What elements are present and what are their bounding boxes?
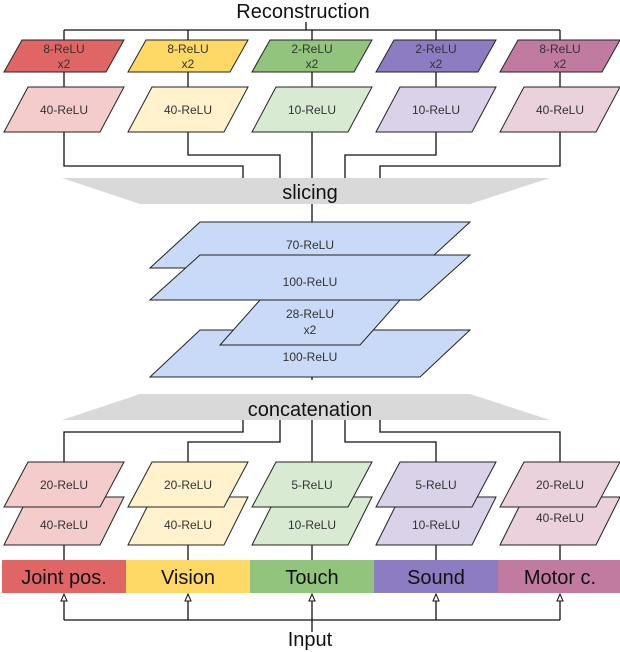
layer-label: 2-ReLU [415, 42, 456, 56]
modality-name: Sound [407, 567, 465, 589]
slicing-label: slicing [282, 182, 338, 204]
layer-label: 8-ReLU [167, 42, 208, 56]
layer-label: 40-ReLU [164, 103, 212, 117]
layer-label: x2 [58, 57, 71, 71]
layer-label: 10-ReLU [288, 518, 336, 532]
layer-label: 5-ReLU [291, 478, 332, 492]
layer-label: 5-ReLU [415, 478, 456, 492]
modality-column: 8-ReLUx2 40-ReLU 40-ReLU 20-ReLU Vision [126, 39, 250, 593]
layer-label: 40-ReLU [164, 518, 212, 532]
layer-label: x2 [306, 57, 319, 71]
layer-label: 40-ReLU [40, 103, 88, 117]
modality-name: Motor c. [524, 567, 596, 589]
shared-layer-100-top-label: 100-ReLU [283, 275, 338, 289]
modality-column: 2-ReLUx2 10-ReLU 10-ReLU 5-ReLU Sound [374, 39, 498, 593]
layer-label: 10-ReLU [288, 103, 336, 117]
layer-label: 20-ReLU [536, 478, 584, 492]
arrow-icon [432, 592, 440, 602]
arrow-icon [308, 592, 316, 602]
reconstruction-label: Reconstruction [236, 1, 369, 23]
layer-label: 40-ReLU [40, 518, 88, 532]
input-label: Input [288, 629, 333, 651]
shared-layer-70-label: 70-ReLU [286, 238, 334, 252]
modality-name: Joint pos. [21, 567, 107, 589]
modality-column: 8-ReLUx2 40-ReLU 40-ReLU 20-ReLU Motor c. [498, 39, 620, 593]
arrow-icon [556, 592, 564, 602]
layer-label: 40-ReLU [536, 511, 584, 525]
layer-label: 2-ReLU [291, 42, 332, 56]
layer-label: 10-ReLU [412, 518, 460, 532]
layer-label: 40-ReLU [536, 103, 584, 117]
shared-layer-100-bottom-label: 100-ReLU [283, 350, 338, 364]
arrow-icon [60, 592, 68, 602]
architecture-diagram: Reconstruction slicing concatenation 70-… [2, 1, 620, 651]
latent-layer-label: 28-ReLU [286, 307, 334, 321]
layer-label: 8-ReLU [539, 42, 580, 56]
layer-label: 8-ReLU [43, 42, 84, 56]
latent-layer-label: x2 [304, 323, 317, 337]
modality-name: Touch [285, 567, 338, 589]
layer-label: x2 [182, 57, 195, 71]
concatenation-label: concatenation [248, 399, 373, 421]
modality-column: 8-ReLUx2 40-ReLU 40-ReLU 20-ReLU Joint pos. [2, 39, 126, 593]
layer-label: 20-ReLU [40, 478, 88, 492]
modality-name: Vision [161, 567, 215, 589]
layer-label: 10-ReLU [412, 103, 460, 117]
layer-label: x2 [554, 57, 567, 71]
arrow-icon [184, 592, 192, 602]
connector-line: 70-ReLU 100-ReLU 100-ReLU 28-ReLU x2 [148, 221, 472, 378]
layer-label: 20-ReLU [164, 478, 212, 492]
connector-line [63, 420, 561, 462]
layer-label: x2 [430, 57, 443, 71]
